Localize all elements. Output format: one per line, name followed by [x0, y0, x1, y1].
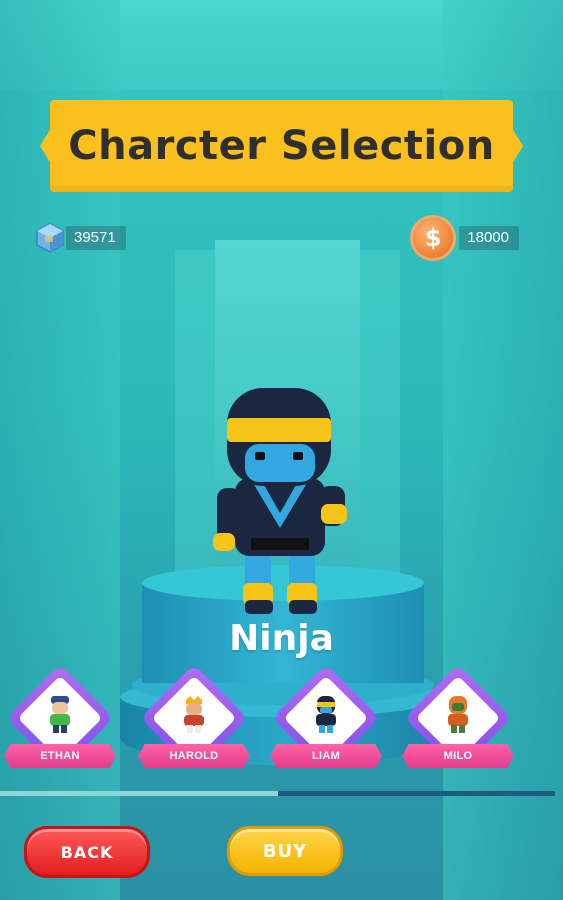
selected-character-name: Ninja [229, 618, 334, 659]
back-button[interactable]: BACK [24, 826, 150, 878]
coin-counter: $ 18000 [413, 218, 519, 258]
back-button-label: BACK [60, 842, 114, 862]
coin-count: 18000 [459, 226, 519, 250]
milo-avatar [448, 696, 468, 733]
gem-icon [36, 223, 64, 253]
title-banner: Charcter Selection [50, 100, 513, 192]
gem-count: 39571 [66, 226, 126, 250]
carousel-scrollbar[interactable] [0, 791, 555, 796]
character-card-milo[interactable]: MILO [398, 664, 518, 786]
gem-counter: 39571 [34, 220, 126, 256]
harold-avatar [184, 696, 204, 733]
character-card-label: HAROLD [138, 744, 250, 768]
game-scene: Charcter Selection 39571 $ 18000 Ninja E… [0, 0, 563, 900]
buy-button[interactable]: BUY [227, 826, 343, 876]
character-card-label: ETHAN [4, 744, 116, 768]
ethan-avatar [50, 696, 70, 733]
character-card-ethan[interactable]: ETHAN [0, 664, 120, 786]
character-card-liam[interactable]: LIAM [266, 664, 386, 786]
buy-button-label: BUY [262, 840, 308, 862]
character-carousel[interactable]: ETHAN HAROLD LIAM MILO [0, 664, 563, 786]
scrollbar-track [277, 791, 555, 796]
coin-icon: $ [413, 218, 454, 258]
character-card-label: LIAM [270, 744, 382, 768]
scrollbar-thumb[interactable] [0, 791, 278, 796]
character-card-label: MILO [402, 744, 514, 768]
liam-avatar [316, 696, 336, 733]
character-card-harold[interactable]: HAROLD [134, 664, 254, 786]
ninja-character-model[interactable] [205, 378, 355, 618]
page-title: Charcter Selection [68, 123, 495, 169]
